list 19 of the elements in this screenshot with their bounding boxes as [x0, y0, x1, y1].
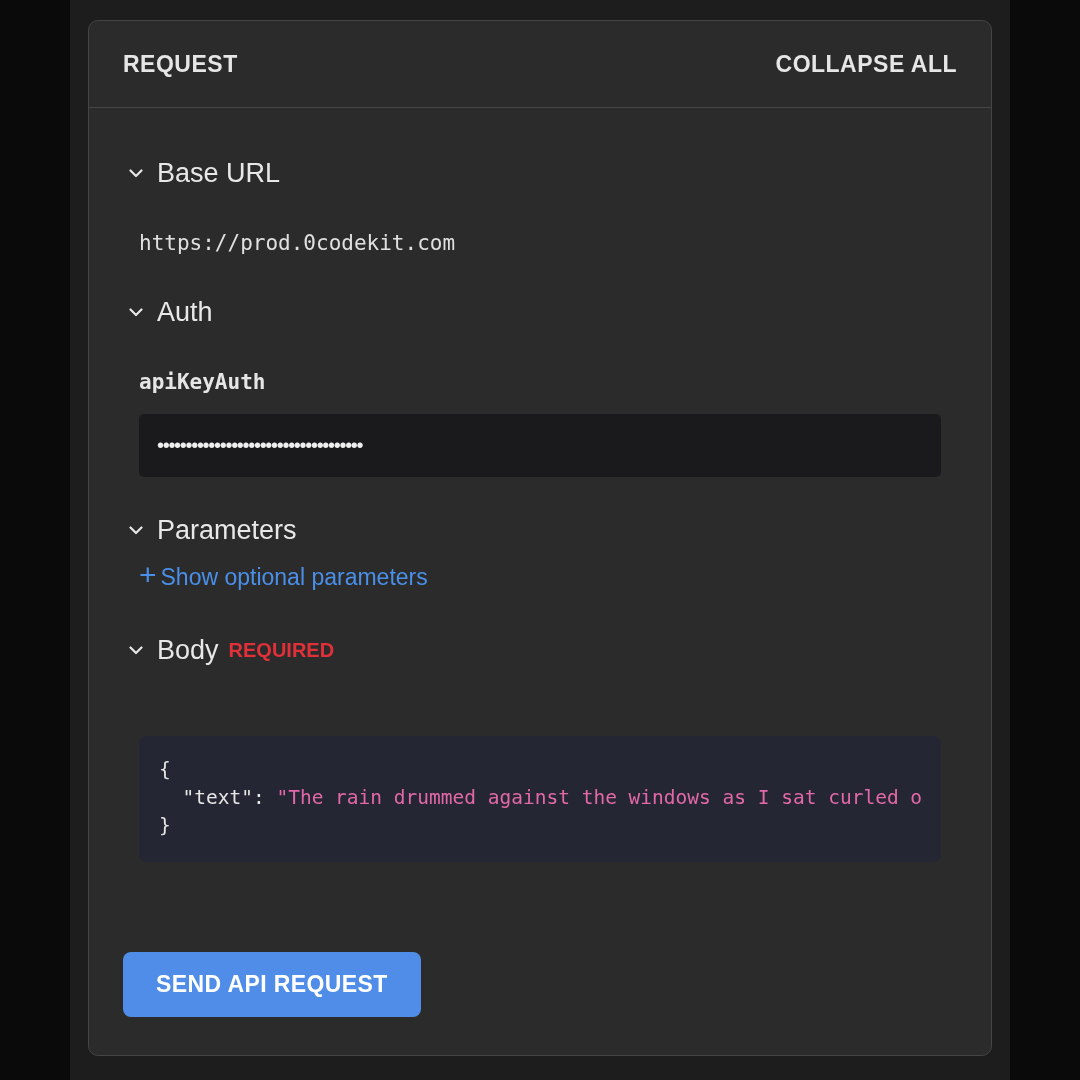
- code-editor[interactable]: { "text": "The rain drummed against the windows as I sat curled o }: [139, 736, 941, 862]
- auth-label: apiKeyAuth: [139, 370, 267, 394]
- code-line: }: [159, 813, 172, 839]
- code-line: {: [159, 757, 172, 783]
- chevron-icon[interactable]: [129, 308, 143, 317]
- collapse-all-button[interactable]: COLLAPSE ALL: [775, 50, 957, 78]
- api-key-field[interactable]: ••••••••••••••••••••••••••••••••••••: [139, 414, 941, 477]
- chevron-icon[interactable]: [129, 526, 143, 535]
- required-label: REQUIRED: [228, 639, 335, 662]
- base-url-text: https://prod.0codekit.com: [139, 231, 457, 255]
- section-title[interactable]: Parameters: [157, 515, 297, 546]
- chevron-icon[interactable]: [129, 646, 143, 655]
- section-title[interactable]: Body: [157, 635, 219, 666]
- panel-title: REQUEST: [123, 50, 238, 78]
- code-line: "text": "The rain drummed against the windows as I sat curled o: [181, 785, 924, 811]
- show-optional-parameters-link[interactable]: +Show optional parameters: [139, 560, 941, 591]
- section-title[interactable]: Base URL: [157, 158, 281, 189]
- chevron-icon[interactable]: [129, 169, 143, 178]
- section-title[interactable]: Auth: [157, 297, 213, 328]
